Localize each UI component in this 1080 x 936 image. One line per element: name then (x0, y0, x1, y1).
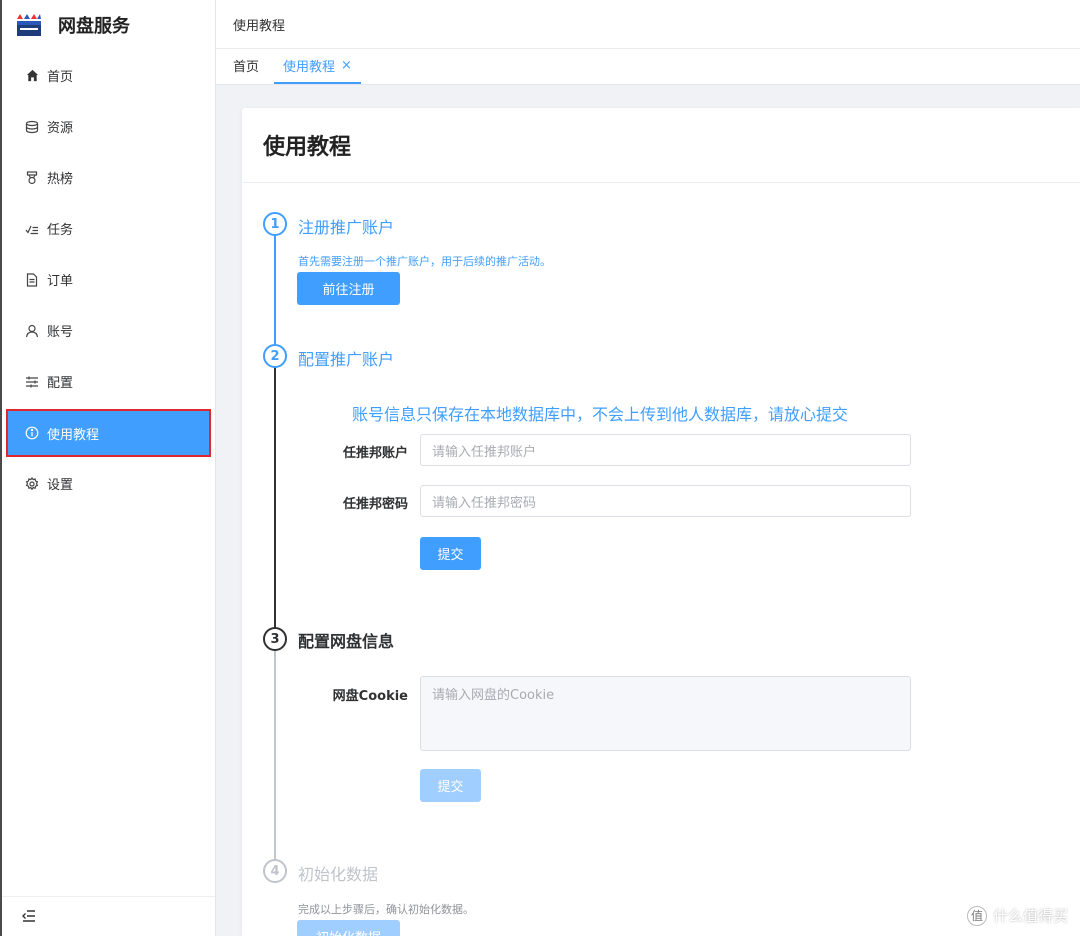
sidebar-item-label: 订单 (47, 274, 74, 289)
tab-label: 首页 (233, 60, 260, 75)
privacy-notice: 账号信息只保存在本地数据库中，不会上传到他人数据库，请放心提交 (352, 405, 849, 424)
sidebar-footer (2, 896, 215, 936)
sidebar-item-tasks[interactable]: 任务 (2, 203, 215, 254)
sidebar-item-label: 首页 (47, 70, 74, 85)
step-connector (274, 359, 276, 629)
sidebar-menu: 首页 资源 热榜 任务 订单 账号 配置 使用教程 设置 (2, 50, 215, 509)
user-icon (24, 323, 40, 339)
top-header: 使用教程 (216, 0, 1080, 49)
tutorial-card: 使用教程 1 注册推广账户 首先需要注册一个推广账户，用于后续的推广活动。 前往… (242, 108, 1080, 936)
steps-timeline: 1 注册推广账户 首先需要注册一个推广账户，用于后续的推广活动。 前往注册 2 … (242, 183, 1080, 936)
sidebar-item-orders[interactable]: 订单 (2, 254, 215, 305)
password-input[interactable]: 请输入任推邦密码 (420, 485, 911, 517)
tab-bar: 首页 使用教程 × (216, 49, 1080, 85)
sidebar-item-home[interactable]: 首页 (2, 50, 215, 101)
sidebar-item-config[interactable]: 配置 (2, 356, 215, 407)
step-number: 2 (263, 344, 287, 368)
tab-home[interactable]: 首页 (224, 49, 268, 84)
tab-label: 使用教程 (283, 60, 336, 75)
password-label: 任推邦密码 (342, 497, 408, 512)
task-list-icon (24, 221, 40, 237)
info-circle-icon (24, 425, 40, 441)
sidebar-item-label: 使用教程 (47, 427, 100, 443)
sidebar-item-label: 配置 (47, 376, 74, 391)
clapperboard-logo-icon (16, 13, 42, 37)
home-icon (24, 68, 40, 84)
submit-cookie-button[interactable]: 提交 (420, 769, 481, 802)
sidebar-item-hotlist[interactable]: 热榜 (2, 152, 215, 203)
step-number: 1 (263, 212, 287, 236)
step-title: 初始化数据 (298, 865, 379, 884)
sidebar-item-label: 账号 (47, 325, 74, 340)
sidebar-item-label: 资源 (47, 121, 74, 136)
step-title: 配置推广账户 (298, 350, 395, 369)
watermark-text: 什么值得买 (992, 907, 1068, 925)
sidebar-item-label: 任务 (47, 223, 74, 238)
submit-account-button[interactable]: 提交 (420, 537, 481, 570)
gear-icon (24, 476, 40, 492)
medal-icon (24, 170, 40, 186)
step-title: 注册推广账户 (298, 218, 395, 237)
collapse-menu-icon[interactable] (22, 907, 36, 926)
document-icon (24, 272, 40, 288)
sidebar-item-tutorial[interactable]: 使用教程 (6, 409, 211, 457)
sidebar-item-accounts[interactable]: 账号 (2, 305, 215, 356)
app-title: 网盘服务 (58, 16, 130, 37)
cookie-textarea[interactable]: 请输入网盘的Cookie (420, 676, 911, 751)
init-data-button[interactable]: 初始化数据 (297, 920, 400, 936)
register-button[interactable]: 前往注册 (297, 272, 400, 305)
step-title: 配置网盘信息 (298, 632, 395, 651)
step-number: 3 (263, 627, 287, 651)
cookie-label: 网盘Cookie (332, 689, 408, 704)
close-icon[interactable]: × (341, 58, 352, 73)
sidebar-item-label: 设置 (47, 478, 74, 493)
sliders-icon (24, 374, 40, 390)
sidebar-item-settings[interactable]: 设置 (2, 458, 215, 509)
database-icon (24, 119, 40, 135)
page-title: 使用教程 (242, 108, 1080, 183)
watermark-badge: 值 (966, 905, 987, 926)
account-input[interactable]: 请输入任推邦账户 (420, 434, 911, 466)
sidebar: 网盘服务 首页 资源 热榜 任务 订单 账号 配置 使用教程 设置 (0, 0, 216, 936)
app-logo-area[interactable]: 网盘服务 (2, 0, 215, 50)
account-label: 任推邦账户 (342, 446, 408, 461)
step-description: 完成以上步骤后，确认初始化数据。 (298, 903, 474, 916)
sidebar-item-resources[interactable]: 资源 (2, 101, 215, 152)
step-description: 首先需要注册一个推广账户，用于后续的推广活动。 (298, 255, 551, 268)
sidebar-item-label: 热榜 (47, 172, 74, 187)
tab-tutorial[interactable]: 使用教程 × (274, 49, 361, 84)
step-number: 4 (263, 859, 287, 883)
watermark: 值 什么值得买 (966, 905, 1068, 926)
step-connector (274, 227, 276, 345)
breadcrumb: 使用教程 (233, 18, 286, 34)
step-connector (274, 643, 276, 861)
